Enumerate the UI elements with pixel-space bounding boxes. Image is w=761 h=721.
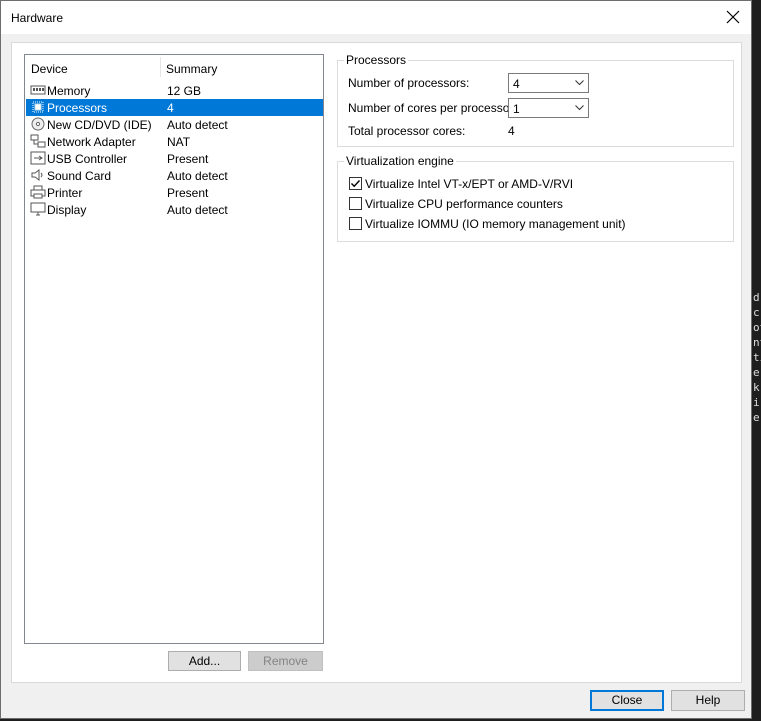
device-name: New CD/DVD (IDE) [47,118,152,132]
cpu-perf-counters-checkbox[interactable] [349,197,362,210]
cores-per-processor-select[interactable]: 1 [508,98,589,118]
device-summary: Auto detect [167,118,228,132]
iommu-label[interactable]: Virtualize IOMMU (IO memory management u… [365,217,626,231]
total-cores-value: 4 [508,124,515,138]
column-separator[interactable] [160,57,161,77]
device-row-display[interactable]: Display Auto detect [26,201,323,218]
iommu-checkbox[interactable] [349,217,362,230]
device-row-printer[interactable]: Printer Present [26,184,323,201]
device-summary: Present [167,152,209,166]
remove-button[interactable]: Remove [248,651,323,671]
help-button[interactable]: Help [671,690,745,711]
chevron-down-icon [575,80,584,86]
device-column-header[interactable]: Device [31,62,68,76]
content-panel: Device Summary Memory 12 GB Processors 4 [11,42,742,683]
device-name: Display [47,203,87,217]
monitor-icon [30,202,46,216]
device-row-cd-dvd[interactable]: New CD/DVD (IDE) Auto detect [26,116,323,133]
total-cores-label: Total processor cores: [348,124,466,138]
usb-icon [30,151,46,165]
device-row-processors[interactable]: Processors 4 [26,99,323,116]
speaker-icon [30,168,46,182]
title-bar: Hardware [1,1,751,34]
device-summary: Present [167,186,209,200]
hardware-dialog: Hardware Device Summary Memory 12 GB Pro… [0,0,752,719]
vtx-checkbox[interactable] [349,177,362,190]
chevron-down-icon [575,105,584,111]
close-icon[interactable] [723,7,743,27]
num-processors-select[interactable]: 4 [508,73,589,93]
device-name: Sound Card [47,169,112,183]
device-summary: Auto detect [167,169,228,183]
device-name: Memory [47,84,91,98]
device-summary: 4 [167,101,174,115]
device-summary: Auto detect [167,203,228,217]
device-summary: 12 GB [167,84,202,98]
checkmark-icon [351,180,361,188]
device-row-network-adapter[interactable]: Network Adapter NAT [26,133,323,150]
cores-per-processor-value: 1 [513,102,520,116]
device-row-memory[interactable]: Memory 12 GB [26,82,323,99]
device-name: USB Controller [47,152,128,166]
vtx-label[interactable]: Virtualize Intel VT-x/EPT or AMD-V/RVI [365,177,573,191]
close-button[interactable]: Close [590,690,664,711]
cores-per-processor-label: Number of cores per processor: [348,101,517,115]
device-summary: NAT [167,135,191,149]
network-adapter-icon [30,134,46,148]
num-processors-label: Number of processors: [348,76,470,90]
summary-column-header[interactable]: Summary [166,62,217,76]
device-name: Processors [47,101,108,115]
background-text: d c ot nt tic e k i e [753,291,761,424]
device-name: Printer [47,186,83,200]
list-header: Device Summary [25,55,323,79]
add-button[interactable]: Add... [168,651,241,671]
device-row-usb-controller[interactable]: USB Controller Present [26,150,323,167]
device-row-sound-card[interactable]: Sound Card Auto detect [26,167,323,184]
printer-icon [30,185,46,199]
num-processors-value: 4 [513,77,520,91]
memory-icon [30,83,46,97]
device-name: Network Adapter [47,135,136,149]
processors-legend: Processors [344,53,409,67]
processor-icon [30,100,46,114]
virtualization-legend: Virtualization engine [344,154,456,168]
processors-group: Processors Number of processors: 4 Numbe… [337,53,734,147]
dialog-title: Hardware [11,11,64,25]
cd-dvd-icon [30,117,46,131]
device-list[interactable]: Device Summary Memory 12 GB Processors 4 [24,54,324,644]
virtualization-group: Virtualization engine Virtualize Intel V… [337,154,734,242]
cpu-perf-counters-label[interactable]: Virtualize CPU performance counters [365,197,563,211]
